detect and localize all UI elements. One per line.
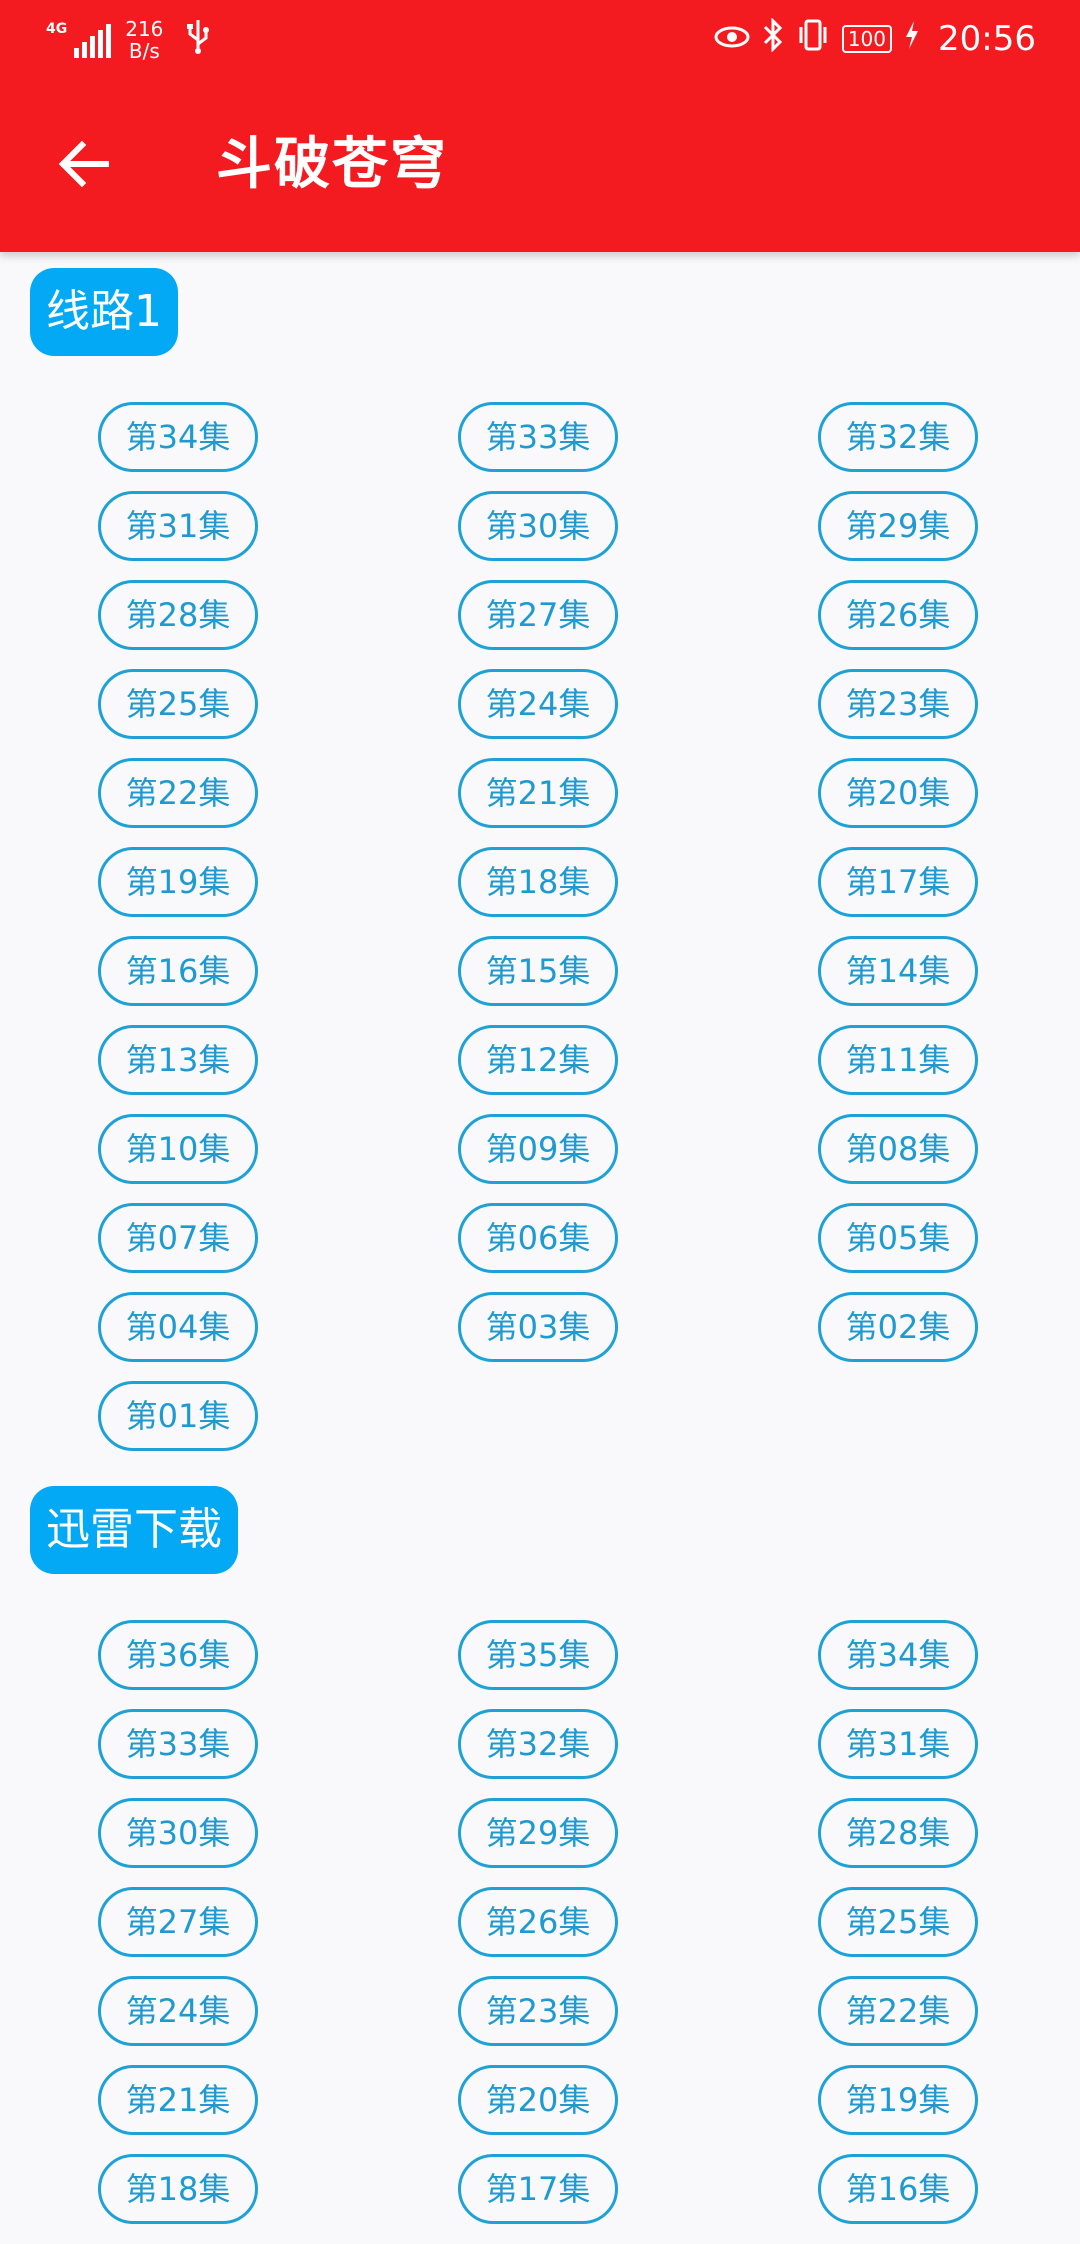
episode-button[interactable]: 第16集 (98, 936, 258, 1006)
episode-button[interactable]: 第14集 (818, 936, 978, 1006)
episode-button[interactable]: 第29集 (458, 1798, 618, 1868)
episode-button[interactable]: 第22集 (98, 758, 258, 828)
episode-button[interactable]: 第31集 (818, 1709, 978, 1779)
episode-button[interactable]: 第29集 (818, 491, 978, 561)
episode-button[interactable]: 第23集 (818, 669, 978, 739)
episode-button[interactable]: 第33集 (98, 1709, 258, 1779)
episode-button[interactable]: 第25集 (818, 1887, 978, 1957)
signal-icon: 4G (46, 21, 112, 58)
episode-button[interactable]: 第26集 (818, 580, 978, 650)
episode-button[interactable]: 第02集 (818, 1292, 978, 1362)
episode-button[interactable]: 第11集 (818, 1025, 978, 1095)
episode-button[interactable]: 第07集 (98, 1203, 258, 1273)
episode-button[interactable]: 第18集 (458, 847, 618, 917)
episode-button[interactable]: 第30集 (458, 491, 618, 561)
episode-button[interactable]: 第27集 (98, 1887, 258, 1957)
status-bar-left: 4G 216 B/s (46, 18, 211, 62)
app-bar: 4G 216 B/s 100 20:56 斗破苍穹 (0, 0, 1080, 252)
battery-indicator: 100 (841, 25, 893, 53)
bluetooth-icon (762, 17, 784, 60)
episode-button[interactable]: 第35集 (458, 1620, 618, 1690)
episode-button[interactable]: 第21集 (458, 758, 618, 828)
episode-button[interactable]: 第08集 (818, 1114, 978, 1184)
arrow-left-icon (58, 140, 109, 188)
episode-button[interactable]: 第31集 (98, 491, 258, 561)
episode-button[interactable]: 第18集 (98, 2154, 258, 2224)
episode-button[interactable]: 第22集 (818, 1976, 978, 2046)
episode-button[interactable]: 第24集 (98, 1976, 258, 2046)
episode-button[interactable]: 第03集 (458, 1292, 618, 1362)
page-title: 斗破苍穹 (216, 132, 448, 197)
episode-button[interactable]: 第05集 (818, 1203, 978, 1273)
charging-icon (904, 20, 920, 58)
episode-button[interactable]: 第16集 (818, 2154, 978, 2224)
episode-button[interactable]: 第01集 (98, 1381, 258, 1451)
clock: 20:56 (938, 19, 1036, 59)
episode-button[interactable]: 第04集 (98, 1292, 258, 1362)
network-speed-unit: B/s (128, 39, 160, 63)
episode-button[interactable]: 第17集 (458, 2154, 618, 2224)
episode-button[interactable]: 第09集 (458, 1114, 618, 1184)
episode-button[interactable]: 第20集 (458, 2065, 618, 2135)
network-speed: 216 B/s (125, 18, 163, 62)
episode-button[interactable]: 第28集 (818, 1798, 978, 1868)
episode-button[interactable]: 第28集 (98, 580, 258, 650)
section-label-thunder-download: 迅雷下载 (30, 1486, 238, 1574)
status-bar-right: 100 20:56 (714, 17, 1036, 60)
status-bar: 4G 216 B/s 100 20:56 (0, 0, 1080, 84)
episode-button[interactable]: 第26集 (458, 1887, 618, 1957)
episode-button[interactable]: 第24集 (458, 669, 618, 739)
episode-button[interactable]: 第34集 (818, 1620, 978, 1690)
section-label-line-1: 线路1 (30, 268, 178, 356)
usb-icon (185, 18, 211, 62)
network-speed-value: 216 (125, 17, 164, 41)
episode-button[interactable]: 第27集 (458, 580, 618, 650)
episode-button[interactable]: 第32集 (458, 1709, 618, 1779)
eye-comfort-icon (714, 22, 750, 57)
episode-button[interactable]: 第13集 (98, 1025, 258, 1095)
episode-button[interactable]: 第36集 (98, 1620, 258, 1690)
episode-button[interactable]: 第20集 (818, 758, 978, 828)
episode-button[interactable]: 第23集 (458, 1976, 618, 2046)
episode-button[interactable]: 第32集 (818, 402, 978, 472)
episode-button[interactable]: 第10集 (98, 1114, 258, 1184)
episode-button[interactable]: 第19集 (98, 847, 258, 917)
episode-button[interactable]: 第25集 (98, 669, 258, 739)
episode-button[interactable]: 第33集 (458, 402, 618, 472)
episode-button[interactable]: 第19集 (818, 2065, 978, 2135)
episode-button[interactable]: 第15集 (458, 936, 618, 1006)
episode-button[interactable]: 第06集 (458, 1203, 618, 1273)
back-button[interactable] (56, 136, 112, 192)
episode-button[interactable]: 第30集 (98, 1798, 258, 1868)
episode-button[interactable]: 第21集 (98, 2065, 258, 2135)
episode-button[interactable]: 第34集 (98, 402, 258, 472)
vibrate-icon (796, 18, 830, 60)
network-type: 4G (46, 21, 68, 37)
episode-button[interactable]: 第12集 (458, 1025, 618, 1095)
episode-button[interactable]: 第17集 (818, 847, 978, 917)
